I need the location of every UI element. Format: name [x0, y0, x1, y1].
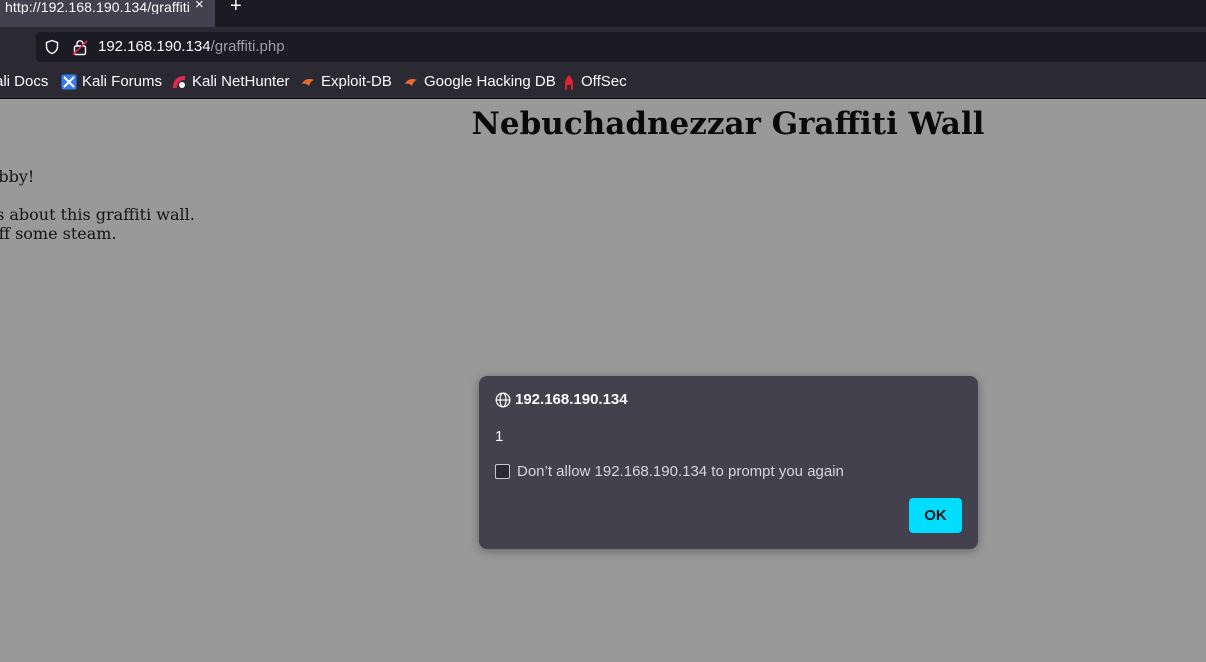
bookmark-label: ali Docs — [0, 73, 49, 90]
browser-tab[interactable]: http://192.168.190.134/graffiti × — [0, 0, 215, 27]
bookmark-label: Google Hacking DB — [424, 73, 556, 90]
bookmark-kali-forums[interactable]: Kali Forums — [61, 74, 162, 92]
wall-text-line: ne Nebby! — [0, 167, 35, 186]
tab-close-icon[interactable]: × — [195, 0, 204, 12]
tab-title: http://192.168.190.134/graffiti — [5, 0, 190, 14]
bookmark-kali-docs[interactable]: ali Docs — [0, 74, 48, 92]
bookmark-google-hacking-db[interactable]: Google Hacking DB — [403, 74, 556, 92]
bookmark-kali-nethunter[interactable]: Kali NetHunter — [171, 74, 290, 92]
ok-button[interactable]: OK — [909, 498, 962, 533]
url-host: 192.168.190.134 — [98, 38, 211, 55]
dialog-origin: 192.168.190.134 — [515, 391, 628, 408]
bookmark-offsec[interactable]: OffSec — [562, 74, 627, 92]
url-bar[interactable]: 192.168.190.134/graffiti.php — [36, 32, 1206, 62]
kali-forums-icon — [61, 74, 77, 94]
url-text[interactable]: 192.168.190.134/graffiti.php — [98, 38, 285, 55]
bookmark-label: Exploit-DB — [321, 73, 392, 90]
page-title: Nebuchadnezzar Graffiti Wall — [471, 106, 985, 142]
bookmarks-toolbar: ali Docs Kali Forums Kali NetHunter Expl… — [0, 67, 1206, 99]
exploit-db-icon — [300, 74, 316, 94]
bookmark-label: Kali NetHunter — [192, 73, 290, 90]
dont-allow-checkbox-label[interactable]: Don’t allow 192.168.190.134 to prompt yo… — [517, 463, 844, 480]
dont-allow-checkbox[interactable] — [495, 464, 510, 479]
tab-strip: http://192.168.190.134/graffiti × + — [0, 0, 1206, 27]
navigation-bar: 192.168.190.134/graffiti.php — [0, 27, 1206, 67]
insecure-lock-icon[interactable] — [72, 39, 88, 60]
new-tab-button[interactable]: + — [230, 0, 242, 18]
bookmark-exploit-db[interactable]: Exploit-DB — [300, 74, 392, 92]
dialog-message: 1 — [495, 428, 504, 445]
wall-text-line: heus about this graffiti wall. — [0, 205, 195, 224]
google-hacking-db-icon — [403, 74, 419, 94]
bookmark-label: Kali Forums — [82, 73, 163, 90]
wall-text-line: off some steam. — [0, 224, 117, 243]
shield-icon[interactable] — [44, 39, 60, 59]
url-path: /graffiti.php — [210, 38, 285, 55]
globe-icon — [495, 392, 511, 412]
kali-nethunter-icon — [171, 74, 187, 94]
bookmark-label: OffSec — [581, 73, 627, 90]
offsec-icon — [562, 74, 576, 96]
alert-dialog: 192.168.190.134 1 Don’t allow 192.168.19… — [479, 376, 978, 549]
